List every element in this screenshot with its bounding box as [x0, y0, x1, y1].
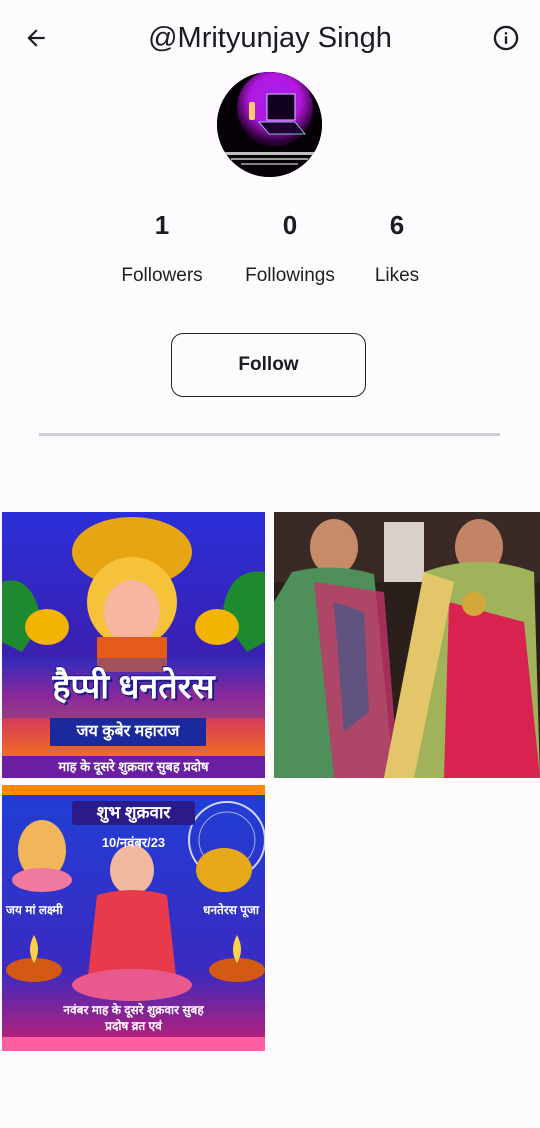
post-footer: माह के दूसरे शुक्रवार सुबह प्रदोष: [2, 756, 265, 778]
followers-count: 1: [154, 210, 170, 240]
info-button[interactable]: [486, 18, 526, 58]
follow-button[interactable]: Follow: [171, 333, 366, 397]
profile-stats: 1 Followers 0 Followings 6 Likes: [0, 206, 540, 296]
post-thumbnail[interactable]: हैप्पी धनतेरस जय कुबेर महाराज माह के दूस…: [2, 512, 265, 778]
post-left-label: जय मां लक्ष्मी: [6, 903, 63, 917]
info-icon: [493, 25, 519, 51]
app-bar: @Mrityunjay Singh: [0, 0, 540, 76]
post-footer-line2: प्रदोष व्रत एवं: [105, 1019, 162, 1033]
post-subtitle: जय कुबेर महाराज: [50, 718, 206, 746]
likes-label: Likes: [374, 265, 420, 286]
followers-label: Followers: [121, 265, 203, 286]
post-right-label: धनतेरस पूजा: [202, 903, 259, 917]
post-header: शुभ शुक्रवार: [72, 801, 195, 825]
post-date: 10/नवंबर/23: [101, 835, 166, 850]
post-thumbnail[interactable]: शुभ शुक्रवार 10/नवंबर/23 जय मां लक्ष्मी …: [2, 785, 265, 1051]
post-thumbnail[interactable]: [274, 512, 540, 778]
divider: [39, 433, 500, 436]
post-banner-text: हैप्पी धनतेरस: [52, 668, 215, 706]
avatar[interactable]: [217, 72, 322, 177]
followers-stat[interactable]: 1 Followers: [92, 206, 232, 290]
page-title: @Mrityunjay Singh: [148, 22, 392, 54]
likes-stat[interactable]: 6 Likes: [327, 206, 467, 290]
likes-count: 6: [389, 210, 405, 240]
post-footer-line1: नवंबर माह के दूसरे शुक्रवार सुबह: [63, 1003, 204, 1017]
